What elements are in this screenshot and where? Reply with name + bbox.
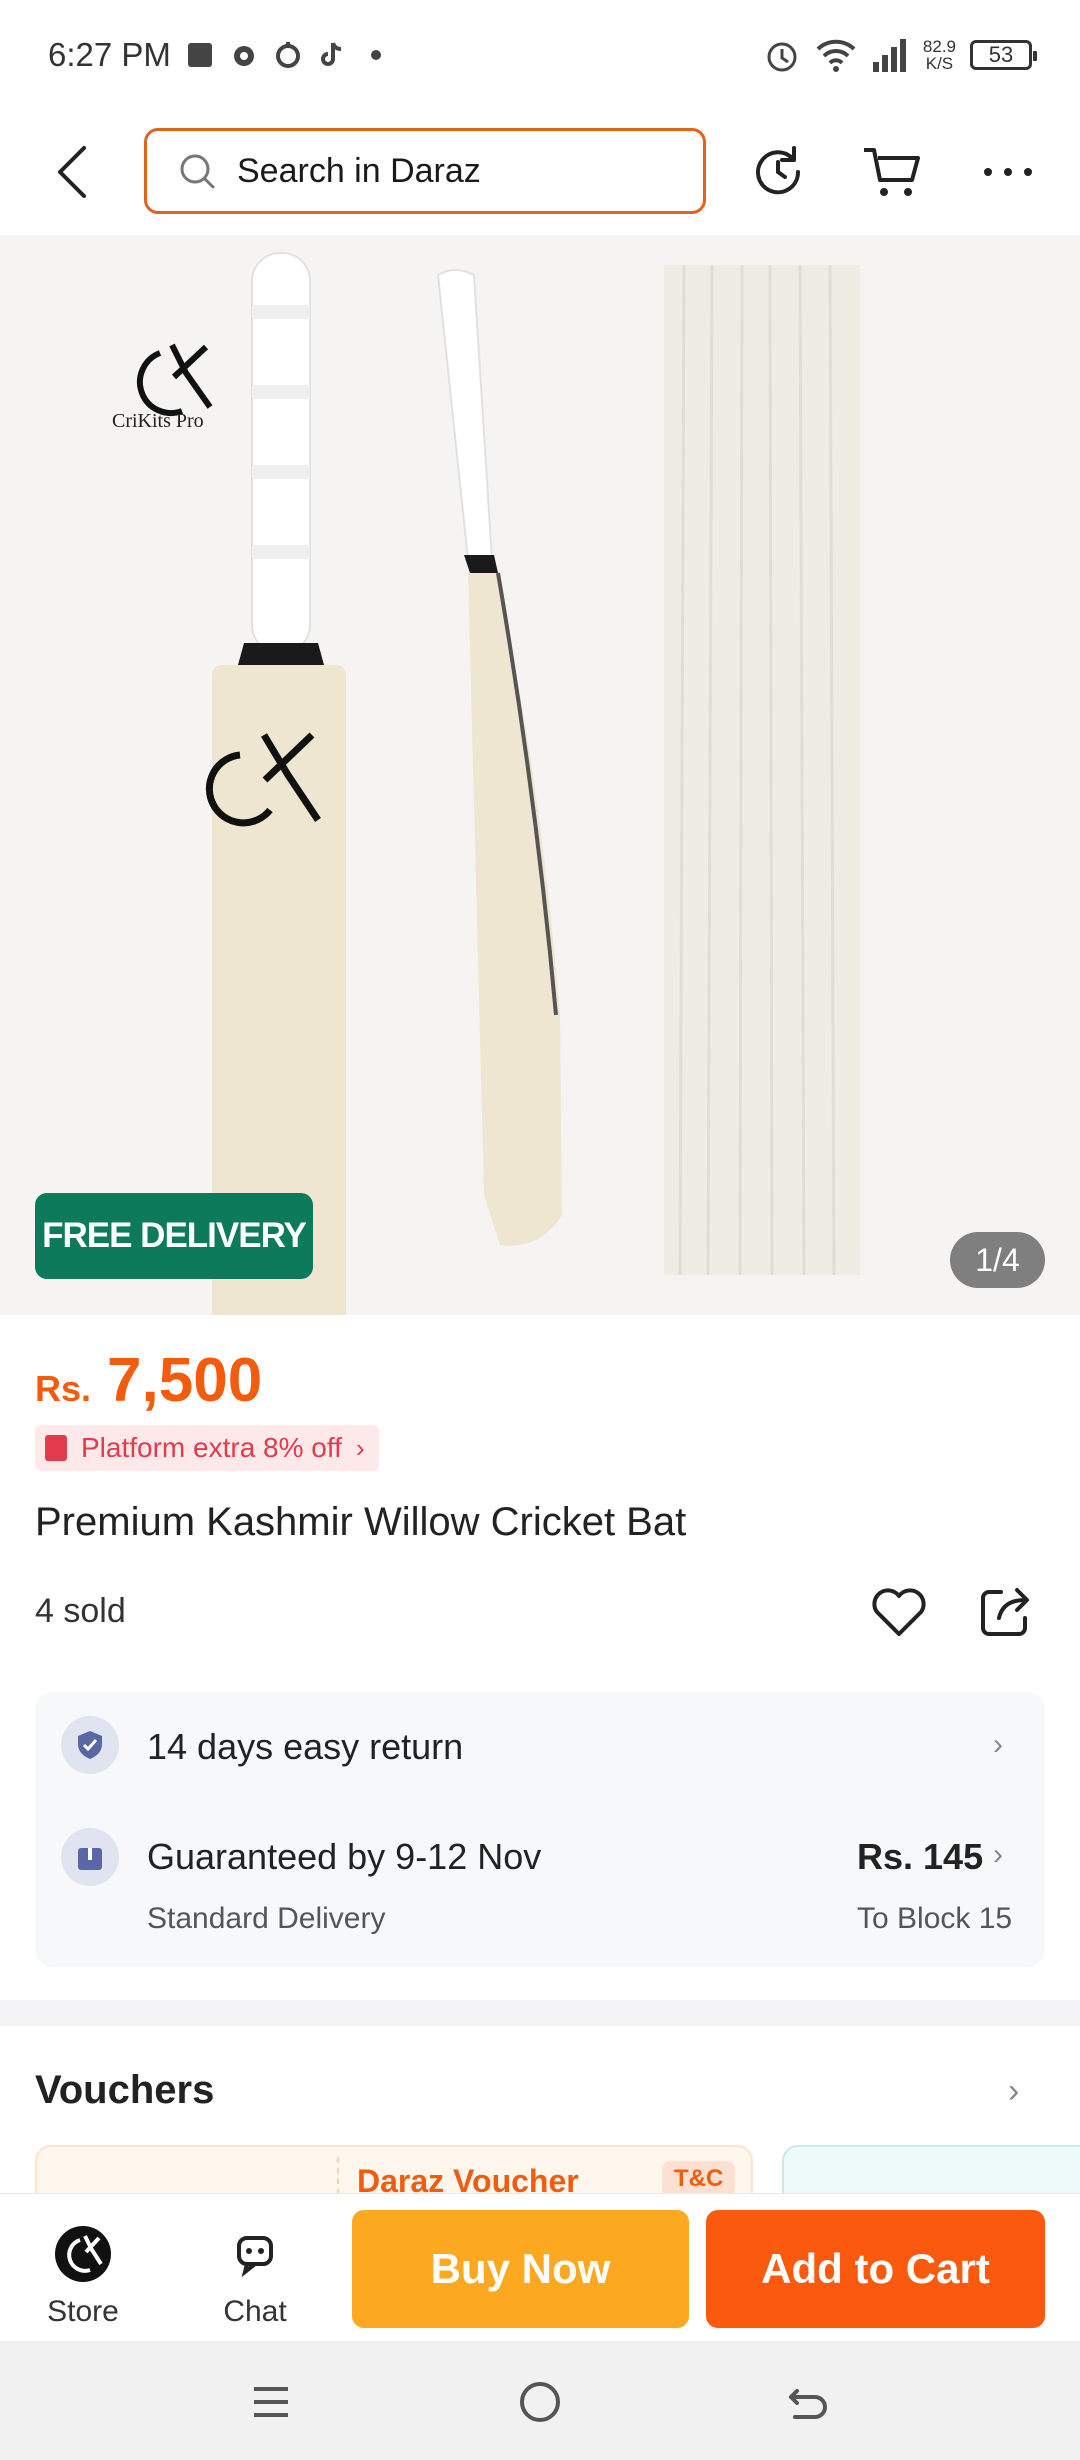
search-box[interactable] <box>144 128 706 214</box>
chat-icon <box>237 2236 273 2278</box>
product-image-gallery[interactable]: CriKits Pro FREE DELIVERY 1/4 <box>0 235 1080 1315</box>
return-label[interactable]: 14 days easy return <box>147 1726 463 1768</box>
service-info-card: 14 days easy return › Guaranteed by 9-12… <box>35 1692 1045 1967</box>
bottom-action-bar: Store Chat Buy Now Add to Cart <box>0 2193 1080 2341</box>
chevron-right-icon: › <box>355 1432 365 1463</box>
net-speed-unit: K/S <box>925 54 954 73</box>
coupon-icon <box>45 1435 67 1461</box>
store-button[interactable]: Store <box>28 2224 138 2328</box>
store-logo-icon <box>55 2226 111 2282</box>
section-divider <box>0 2000 1080 2026</box>
shield-check-icon <box>78 1731 102 1759</box>
notification-square-icon <box>187 43 212 67</box>
platform-promo-chip[interactable]: Platform extra 8% off › <box>35 1425 379 1471</box>
search-input[interactable] <box>237 151 657 191</box>
free-delivery-badge: FREE DELIVERY <box>35 1193 313 1279</box>
net-speed: 82.9 K/S <box>923 38 956 72</box>
chevron-right-icon[interactable]: › <box>1008 2072 1019 2111</box>
cart-icon[interactable] <box>860 140 924 204</box>
product-title: Premium Kashmir Willow Cricket Bat <box>35 1500 687 1544</box>
delivery-location: To Block 15 <box>857 1902 1013 1935</box>
home-icon[interactable] <box>515 2377 565 2427</box>
wishlist-heart-icon[interactable] <box>868 1580 930 1642</box>
battery-level: 53 <box>988 42 1014 67</box>
battery-indicator: 53 <box>970 40 1037 70</box>
image-page-indicator: 1/4 <box>950 1232 1045 1288</box>
status-time: 6:27 PM <box>48 36 171 73</box>
chat-label: Chat <box>223 2295 287 2328</box>
delivery-label[interactable]: Guaranteed by 9-12 Nov <box>147 1836 541 1878</box>
recent-apps-icon[interactable] <box>246 2377 296 2427</box>
delivery-type: Standard Delivery <box>147 1902 386 1935</box>
dot-icon <box>370 50 381 60</box>
brand-name: CriKits Pro <box>112 410 204 432</box>
top-nav <box>0 110 1080 235</box>
add-to-cart-button[interactable]: Add to Cart <box>706 2210 1045 2328</box>
back-icon[interactable] <box>783 2377 833 2427</box>
alarm-clock-icon <box>767 42 797 72</box>
status-left: 6:27 PM <box>48 36 391 74</box>
delivery-badge <box>61 1828 119 1886</box>
price-value: 7,500 <box>107 1346 263 1415</box>
status-right: 82.9 K/S 53 <box>763 36 1037 74</box>
search-icon <box>180 154 215 189</box>
price: Rs. 7,500 <box>35 1345 262 1416</box>
buy-now-button[interactable]: Buy Now <box>352 2210 689 2328</box>
return-badge <box>61 1716 119 1774</box>
signal-icon <box>872 39 906 72</box>
store-label: Store <box>47 2295 119 2328</box>
vouchers-title: Vouchers <box>35 2068 215 2112</box>
share-icon[interactable] <box>975 1580 1037 1642</box>
alarm-icon <box>233 46 254 66</box>
sold-count: 4 sold <box>35 1592 126 1630</box>
price-currency: Rs. <box>35 1368 92 1409</box>
voucher-tc-tag[interactable]: T&C <box>662 2161 736 2197</box>
tiktok-icon <box>320 42 342 66</box>
promo-label: Platform extra 8% off <box>81 1432 342 1463</box>
history-icon[interactable] <box>746 140 810 204</box>
more-options-icon[interactable] <box>976 140 1040 204</box>
status-bar: 6:27 PM 82.9 K/S 53 <box>0 0 1080 110</box>
net-speed-value: 82.9 <box>922 37 956 56</box>
chevron-right-icon[interactable]: › <box>993 1728 1003 1762</box>
chat-button[interactable]: Chat <box>200 2224 310 2328</box>
parcel-icon <box>78 1848 102 1870</box>
wifi-icon <box>816 39 856 72</box>
delivery-price: Rs. 145 <box>857 1836 984 1877</box>
timer-icon <box>275 42 300 68</box>
back-arrow-icon[interactable] <box>48 142 98 202</box>
chevron-right-icon[interactable]: › <box>993 1838 1003 1872</box>
system-navigation-bar <box>0 2341 1080 2460</box>
